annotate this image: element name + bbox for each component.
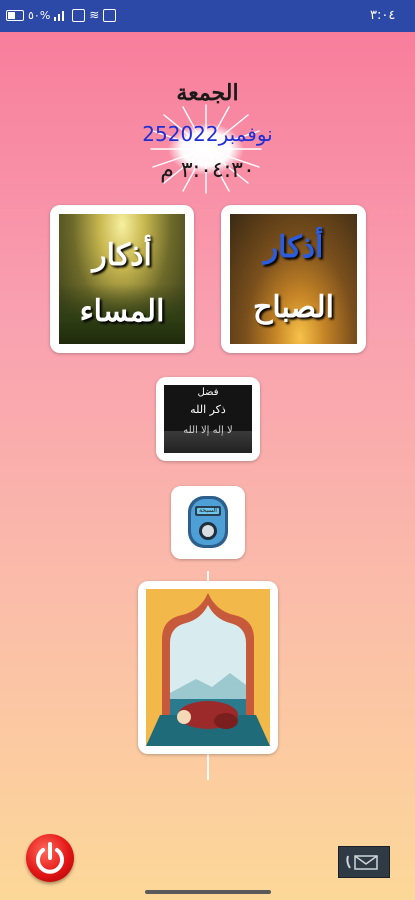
status-bar: ٥٠% ≋ ٣:٠٤ bbox=[0, 0, 415, 32]
evening-adhkar-card[interactable]: أذكار المساء bbox=[50, 205, 194, 353]
tasbeeh-card[interactable]: السبحة bbox=[171, 486, 245, 559]
status-time: ٣:٠٤ bbox=[370, 8, 396, 23]
notification-icon bbox=[103, 8, 117, 22]
morning-adhkar-line2: الصباح bbox=[252, 290, 335, 325]
virtue-dhikr-line3: لا إله إلا الله bbox=[183, 425, 233, 436]
tasbeeh-counter-icon bbox=[188, 496, 228, 548]
contact-button[interactable] bbox=[338, 846, 390, 878]
signal-icon bbox=[54, 10, 68, 21]
prayer-illustration bbox=[146, 589, 270, 746]
wifi-icon: ≋ bbox=[89, 8, 100, 22]
evening-adhkar-image: أذكار المساء bbox=[59, 214, 185, 344]
divider-line bbox=[207, 754, 209, 780]
clock-text: ٣:٠٤:٣٠ م bbox=[160, 158, 255, 183]
evening-adhkar-line1: أذكار bbox=[92, 238, 152, 273]
divider-line bbox=[207, 571, 209, 581]
virtue-dhikr-line2: ذكر الله bbox=[190, 403, 226, 416]
battery-icon bbox=[6, 9, 24, 21]
tasbeeh-screen-label: السبحة bbox=[199, 507, 217, 514]
gesture-nav-bar[interactable] bbox=[145, 890, 271, 894]
morning-adhkar-image: أذكار الصباح bbox=[230, 214, 357, 344]
prayer-card[interactable] bbox=[138, 581, 278, 754]
morning-adhkar-line1: أذكار bbox=[263, 230, 324, 265]
battery-percent: ٥٠% bbox=[28, 8, 51, 22]
status-icons: ٥٠% ≋ bbox=[6, 8, 117, 22]
morning-adhkar-card[interactable]: أذكار الصباح bbox=[221, 205, 366, 353]
virtue-dhikr-image: فضل ذكر الله لا إله إلا الله bbox=[164, 385, 252, 453]
virtue-dhikr-card[interactable]: فضل ذكر الله لا إله إلا الله bbox=[156, 377, 260, 461]
sim-icon bbox=[72, 8, 86, 22]
date-text: 25نوفمبر2022 bbox=[142, 122, 273, 146]
contact-icon bbox=[346, 855, 378, 870]
evening-adhkar-line2: المساء bbox=[79, 294, 165, 329]
power-icon bbox=[36, 842, 64, 874]
power-button[interactable] bbox=[26, 834, 74, 882]
virtue-dhikr-line1: فضل bbox=[197, 387, 219, 398]
